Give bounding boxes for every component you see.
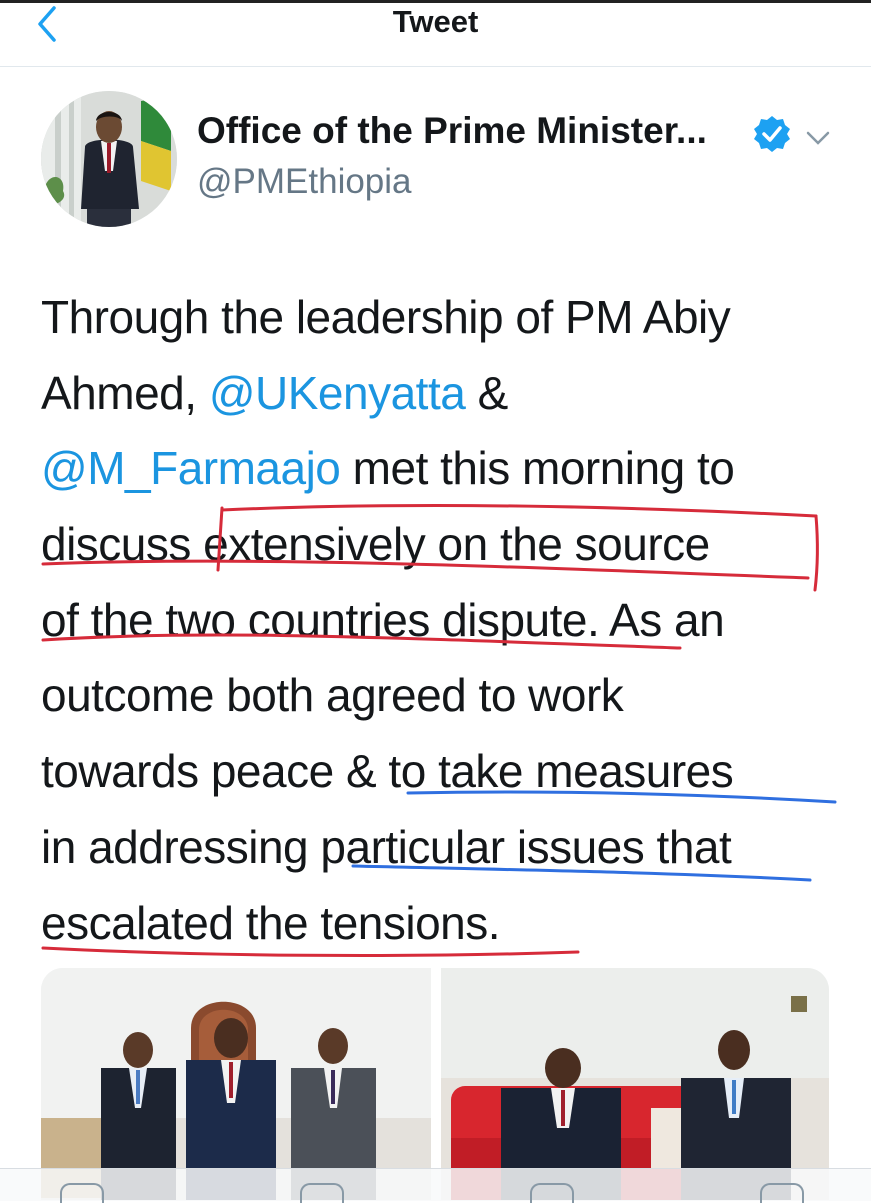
tweet-text: Through the leadership of PM Abiy Ahmed, … [41,280,841,961]
header-bar: Tweet [0,0,871,67]
mention-link[interactable]: @M_Farmaajo [41,442,341,494]
tweet-text-segment: met this morning to [340,442,735,495]
media-photo-2[interactable] [441,968,829,1200]
share-icon[interactable] [760,1183,804,1203]
like-icon[interactable] [530,1183,574,1203]
verified-badge-icon [752,114,792,154]
tweet-text-segment: discuss extensively on the source [41,518,710,571]
tweet-text-segment: Through the leadership of PM Abiy [41,291,731,343]
reply-icon[interactable] [60,1183,104,1203]
author-name[interactable]: Office of the Prime Minister... [197,110,707,152]
chevron-down-icon[interactable] [803,123,833,153]
tweet-text-segment: outcome both agreed to work [41,669,624,722]
tweet-line: Through the leadership of PM Abiy [41,280,841,356]
tab-bar [0,1168,871,1203]
retweet-icon[interactable] [300,1183,344,1203]
tweet-line: of the two countries dispute. As an [41,583,841,659]
tweet-line: escalated the tensions. [41,886,841,962]
tweet-line: outcome both agreed to work [41,658,841,734]
tweet-line: @M_Farmaajo met this morning to [41,431,841,507]
tweet-line: in addressing particular issues that [41,810,841,886]
tweet-text-segment: in addressing particular issues that [41,820,732,873]
avatar[interactable] [41,91,177,227]
tweet-text-segment: Ahmed, [41,366,209,419]
tweet-text-segment: & [465,366,509,419]
tweet-text-segment: of the two countries dispute. As an [41,593,725,646]
media-photo-1[interactable] [41,968,431,1200]
mention-link[interactable]: @UKenyatta [209,367,466,419]
tweet-line: Ahmed, @UKenyatta & [41,356,841,432]
page-title: Tweet [392,4,479,39]
author-handle[interactable]: @PMEthiopia [197,162,412,202]
tweet-text-segment: escalated the tensions. [41,896,501,949]
tweet-text-segment: towards peace & to take measures [41,745,734,798]
status-strip [0,0,871,3]
tweet-line: towards peace & to take measures [41,734,841,810]
tweet-line: discuss extensively on the source [41,507,841,583]
